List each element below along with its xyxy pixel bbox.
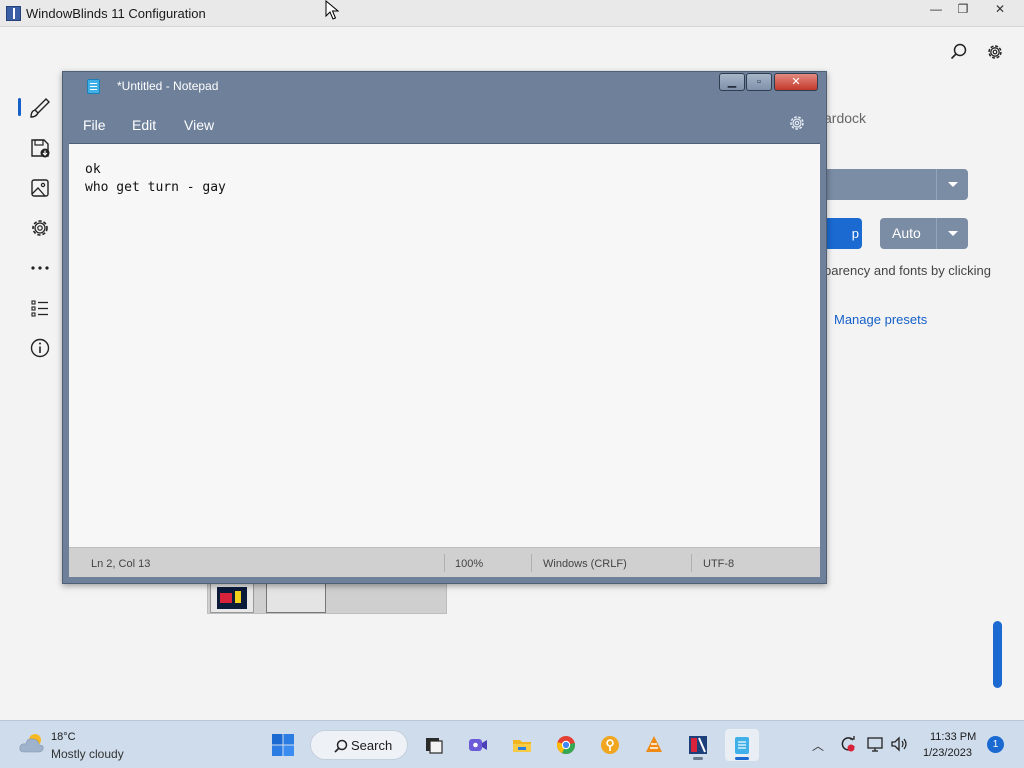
config-restore-button[interactable]: ❐ xyxy=(950,0,976,18)
chevron-down-icon xyxy=(948,231,958,236)
clock-time[interactable]: 11:33 PM xyxy=(930,731,976,743)
notepad-close-button[interactable]: ✕ xyxy=(774,73,818,91)
status-divider xyxy=(531,554,532,572)
config-close-button[interactable]: ✕ xyxy=(987,0,1013,18)
more-icon[interactable] xyxy=(28,256,52,280)
volume-icon[interactable] xyxy=(890,735,910,753)
config-titlebar: WindowBlinds 11 Configuration — ❐ ✕ xyxy=(0,0,1024,27)
cursor-position: Ln 2, Col 13 xyxy=(91,558,151,570)
meet-icon xyxy=(469,739,487,751)
manage-presets-label: Manage presets xyxy=(834,312,928,327)
paintbrush-icon[interactable] xyxy=(28,96,52,120)
taskbar-notepad[interactable] xyxy=(725,729,759,761)
line-ending: Windows (CRLF) xyxy=(543,558,627,570)
running-indicator xyxy=(693,757,703,760)
chrome-icon xyxy=(556,736,576,755)
notepad-titlebar[interactable]: *Untitled - Notepad ▁ ▫ ✕ xyxy=(63,72,826,102)
taskbar-meet[interactable] xyxy=(461,729,495,761)
notification-badge[interactable]: 1 xyxy=(987,736,1004,753)
vlc-icon xyxy=(646,736,662,752)
text-line: who get turn - gay xyxy=(85,180,226,195)
taskbar-chrome[interactable] xyxy=(549,729,583,761)
skin-preview-thumbnail-empty[interactable] xyxy=(266,583,326,613)
config-minimize-button[interactable]: — xyxy=(923,0,949,18)
auto-mode-dropdown[interactable]: Auto xyxy=(880,218,968,249)
taskbar: 18°C Mostly cloudy Search ︿ 11:33 PM 1/2… xyxy=(0,720,1024,768)
taskbar-windowblinds[interactable] xyxy=(681,729,715,761)
notepad-window-title: *Untitled - Notepad xyxy=(117,79,219,93)
skin-preview-strip xyxy=(207,580,447,614)
windowblinds-app-icon xyxy=(6,6,21,21)
taskbar-search-box[interactable]: Search xyxy=(310,730,408,760)
network-icon[interactable] xyxy=(866,735,886,753)
notepad-text-area[interactable]: ok who get turn - gay xyxy=(69,143,820,547)
task-view-icon xyxy=(426,738,443,754)
notepad-minimize-button[interactable]: ▁ xyxy=(719,73,745,91)
mouse-pointer-icon xyxy=(325,0,339,20)
notepad-window: *Untitled - Notepad ▁ ▫ ✕ File Edit View… xyxy=(62,71,827,584)
notepad-icon xyxy=(735,737,749,754)
menu-view[interactable]: View xyxy=(184,117,214,133)
taskbar-task-view[interactable] xyxy=(417,729,451,761)
zoom-level: 100% xyxy=(455,558,484,570)
show-hidden-icons-chevron[interactable]: ︿ xyxy=(812,737,824,754)
file-explorer-icon xyxy=(513,740,531,752)
save-icon[interactable] xyxy=(28,136,52,160)
auto-mode-label: Auto xyxy=(892,225,921,241)
notepad-maximize-button[interactable]: ▫ xyxy=(746,73,772,91)
sidebar-selected-indicator xyxy=(18,98,21,116)
notepad-app-icon xyxy=(87,79,100,94)
sync-icon[interactable] xyxy=(838,735,858,753)
text-line: ok xyxy=(85,162,101,177)
search-icon[interactable] xyxy=(948,41,970,63)
active-indicator xyxy=(735,757,749,760)
notepad-settings-gear-icon[interactable] xyxy=(788,114,806,132)
weather-condition[interactable]: Mostly cloudy xyxy=(51,747,124,761)
skin-preview-art xyxy=(217,587,247,609)
info-icon[interactable] xyxy=(28,336,52,360)
description-text: parency and fonts by clicking xyxy=(824,263,991,278)
menu-edit[interactable]: Edit xyxy=(132,117,156,133)
status-divider xyxy=(691,554,692,572)
config-window-title: WindowBlinds 11 Configuration xyxy=(26,6,206,21)
weather-temperature[interactable]: 18°C xyxy=(51,731,76,743)
search-icon xyxy=(334,739,348,753)
skin-preview-thumbnail[interactable] xyxy=(210,583,254,613)
publisher-label: ardock xyxy=(824,110,867,126)
weather-cloud-sun-icon[interactable] xyxy=(18,732,46,754)
taskbar-keepass[interactable] xyxy=(593,729,627,761)
gear-icon[interactable] xyxy=(984,41,1006,63)
windowblinds-icon xyxy=(689,736,707,754)
menu-file[interactable]: File xyxy=(83,117,106,133)
settings-gear-icon[interactable] xyxy=(28,216,52,240)
manage-presets-link[interactable]: ⁞Manage presets xyxy=(820,312,927,327)
windows-start-icon[interactable] xyxy=(271,733,295,757)
taskbar-vlc[interactable] xyxy=(637,729,671,761)
chevron-down-icon xyxy=(948,182,958,187)
status-divider xyxy=(444,554,445,572)
clock-date[interactable]: 1/23/2023 xyxy=(923,747,972,759)
search-label: Search xyxy=(351,738,393,753)
dropdown-caret[interactable] xyxy=(936,169,968,200)
skin-style-dropdown[interactable] xyxy=(818,169,968,200)
notepad-menubar: File Edit View xyxy=(63,102,826,142)
list-icon[interactable] xyxy=(28,296,52,320)
auto-mode-caret[interactable] xyxy=(936,218,968,249)
scrollbar-thumb[interactable] xyxy=(993,621,1002,688)
keepass-icon xyxy=(601,736,619,754)
notepad-status-bar: Ln 2, Col 13 100% Windows (CRLF) UTF-8 xyxy=(69,547,820,577)
encoding: UTF-8 xyxy=(703,558,735,570)
image-icon[interactable] xyxy=(28,176,52,200)
taskbar-file-explorer[interactable] xyxy=(505,729,539,761)
